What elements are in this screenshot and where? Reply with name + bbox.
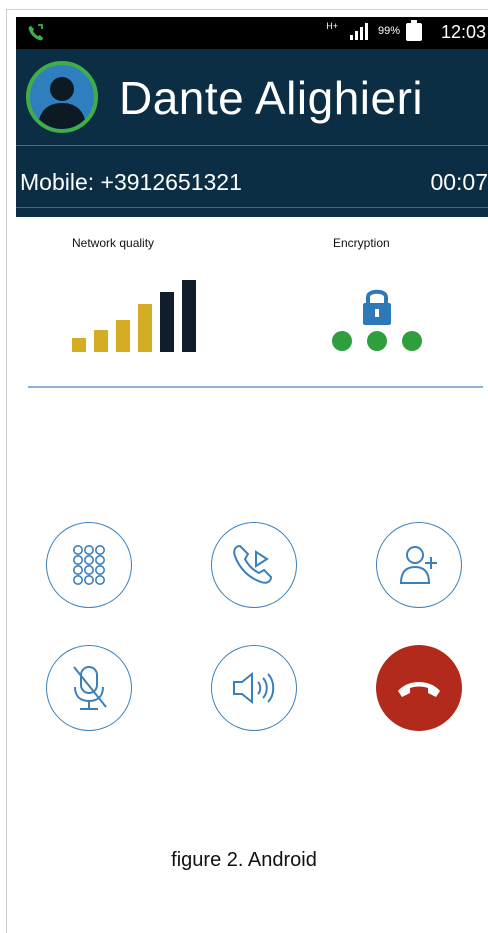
section-separator [28, 386, 483, 388]
encryption-dot [402, 331, 422, 351]
call-transfer-icon [233, 544, 273, 584]
speaker-button[interactable] [211, 645, 297, 731]
caller-number: Mobile: +3912651321 [20, 169, 242, 195]
keypad-button[interactable] [46, 522, 132, 608]
avatar [26, 61, 98, 133]
person-icon [38, 77, 86, 129]
quality-bar [94, 330, 108, 352]
encryption-label: Encryption [333, 236, 390, 250]
battery-percent: 99% [377, 25, 400, 37]
add-user-icon [399, 546, 437, 584]
speaker-icon [233, 671, 275, 705]
network-quality-bars [72, 280, 202, 360]
status-time: 12:03 [440, 22, 486, 42]
caller-name: Dante Alighieri [119, 72, 424, 124]
quality-bar [182, 280, 196, 352]
hangup-icon [398, 682, 440, 697]
hangup-button[interactable] [376, 645, 462, 731]
battery-icon [406, 20, 422, 41]
mute-button[interactable] [46, 645, 132, 731]
figure-caption: figure 2. Android [171, 849, 317, 871]
add-participant-button[interactable] [376, 522, 462, 608]
header-divider [16, 145, 488, 146]
call-header: H+ 99% 12:03 Dante Alighieri Mobile: +39… [16, 17, 488, 217]
status-bar: H+ 99% 12:03 [16, 17, 488, 49]
call-duration: 00:07 [430, 169, 488, 195]
microphone-off-icon [73, 666, 107, 710]
signal-icon [348, 23, 370, 46]
encryption-dot [367, 331, 387, 351]
encryption-indicator [330, 283, 425, 360]
transfer-call-button[interactable] [211, 522, 297, 608]
header-divider-bottom [16, 207, 488, 208]
quality-bar [160, 292, 174, 352]
keypad-icon [73, 545, 105, 585]
network-type-label: H+ [326, 21, 338, 31]
lock-icon [363, 289, 391, 325]
encryption-dot [332, 331, 352, 351]
network-quality-label: Network quality [72, 236, 155, 250]
active-call-icon [26, 23, 46, 48]
quality-bar [116, 320, 130, 352]
quality-bar [72, 338, 86, 352]
quality-bar [138, 304, 152, 352]
